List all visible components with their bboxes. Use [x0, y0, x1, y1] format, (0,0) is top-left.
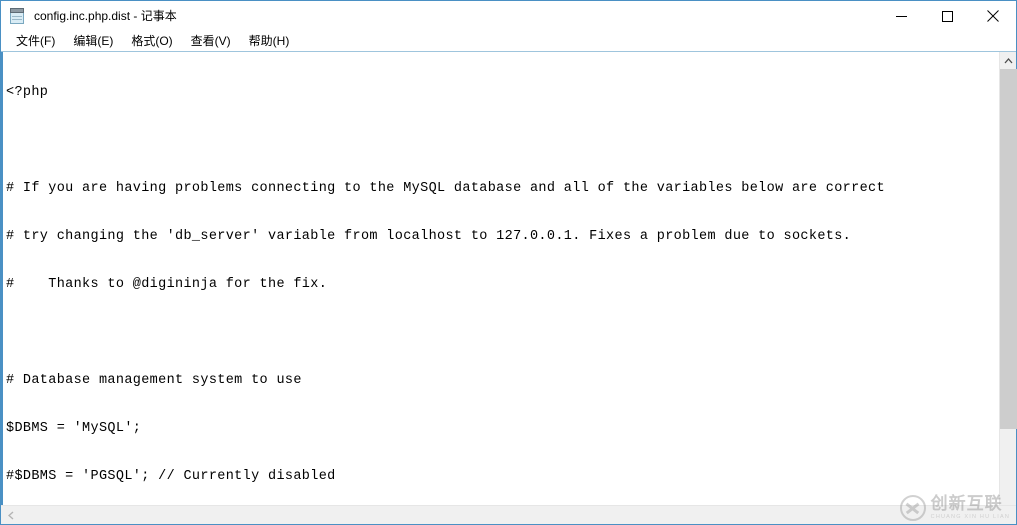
vertical-scrollbar[interactable] [999, 52, 1017, 505]
text-editor[interactable]: <?php # If you are having problems conne… [1, 52, 999, 505]
notepad-icon [9, 7, 26, 25]
scroll-up-button[interactable] [1000, 52, 1017, 69]
code-line: # If you are having problems connecting … [6, 181, 885, 196]
vertical-scrollbar-thumb[interactable] [1000, 69, 1017, 429]
notepad-window: config.inc.php.dist - 记事本 文件(F) 编辑(E) 格式… [0, 0, 1017, 525]
code-line: $DBMS = 'MySQL'; [6, 421, 142, 436]
code-line: # Thanks to @digininja for the fix. [6, 277, 328, 292]
title-bar-left: config.inc.php.dist - 记事本 [1, 1, 177, 31]
code-line: # Database management system to use [6, 373, 302, 388]
maximize-button[interactable] [924, 1, 970, 31]
code-line: <?php [6, 85, 49, 100]
horizontal-scrollbar-track[interactable] [20, 506, 1016, 525]
code-line: # try changing the 'db_server' variable … [6, 229, 852, 244]
editor-region: <?php # If you are having problems conne… [1, 51, 1017, 505]
minimize-button[interactable] [878, 1, 924, 31]
menu-bar: 文件(F) 编辑(E) 格式(O) 查看(V) 帮助(H) [1, 31, 1016, 51]
menu-item-format[interactable]: 格式(O) [122, 31, 181, 51]
code-line: #$DBMS = 'PGSQL'; // Currently disabled [6, 469, 336, 484]
horizontal-scrollbar[interactable] [1, 505, 1016, 524]
menu-item-file[interactable]: 文件(F) [7, 31, 64, 51]
close-button[interactable] [970, 1, 1016, 31]
window-title: config.inc.php.dist - 记事本 [34, 9, 177, 23]
menu-item-edit[interactable]: 编辑(E) [64, 31, 122, 51]
menu-item-view[interactable]: 查看(V) [182, 31, 240, 51]
menu-item-help[interactable]: 帮助(H) [240, 31, 299, 51]
scroll-left-button[interactable] [1, 506, 20, 525]
title-bar: config.inc.php.dist - 记事本 [1, 1, 1016, 31]
code-content: <?php # If you are having problems conne… [6, 53, 999, 505]
window-controls [878, 1, 1016, 31]
